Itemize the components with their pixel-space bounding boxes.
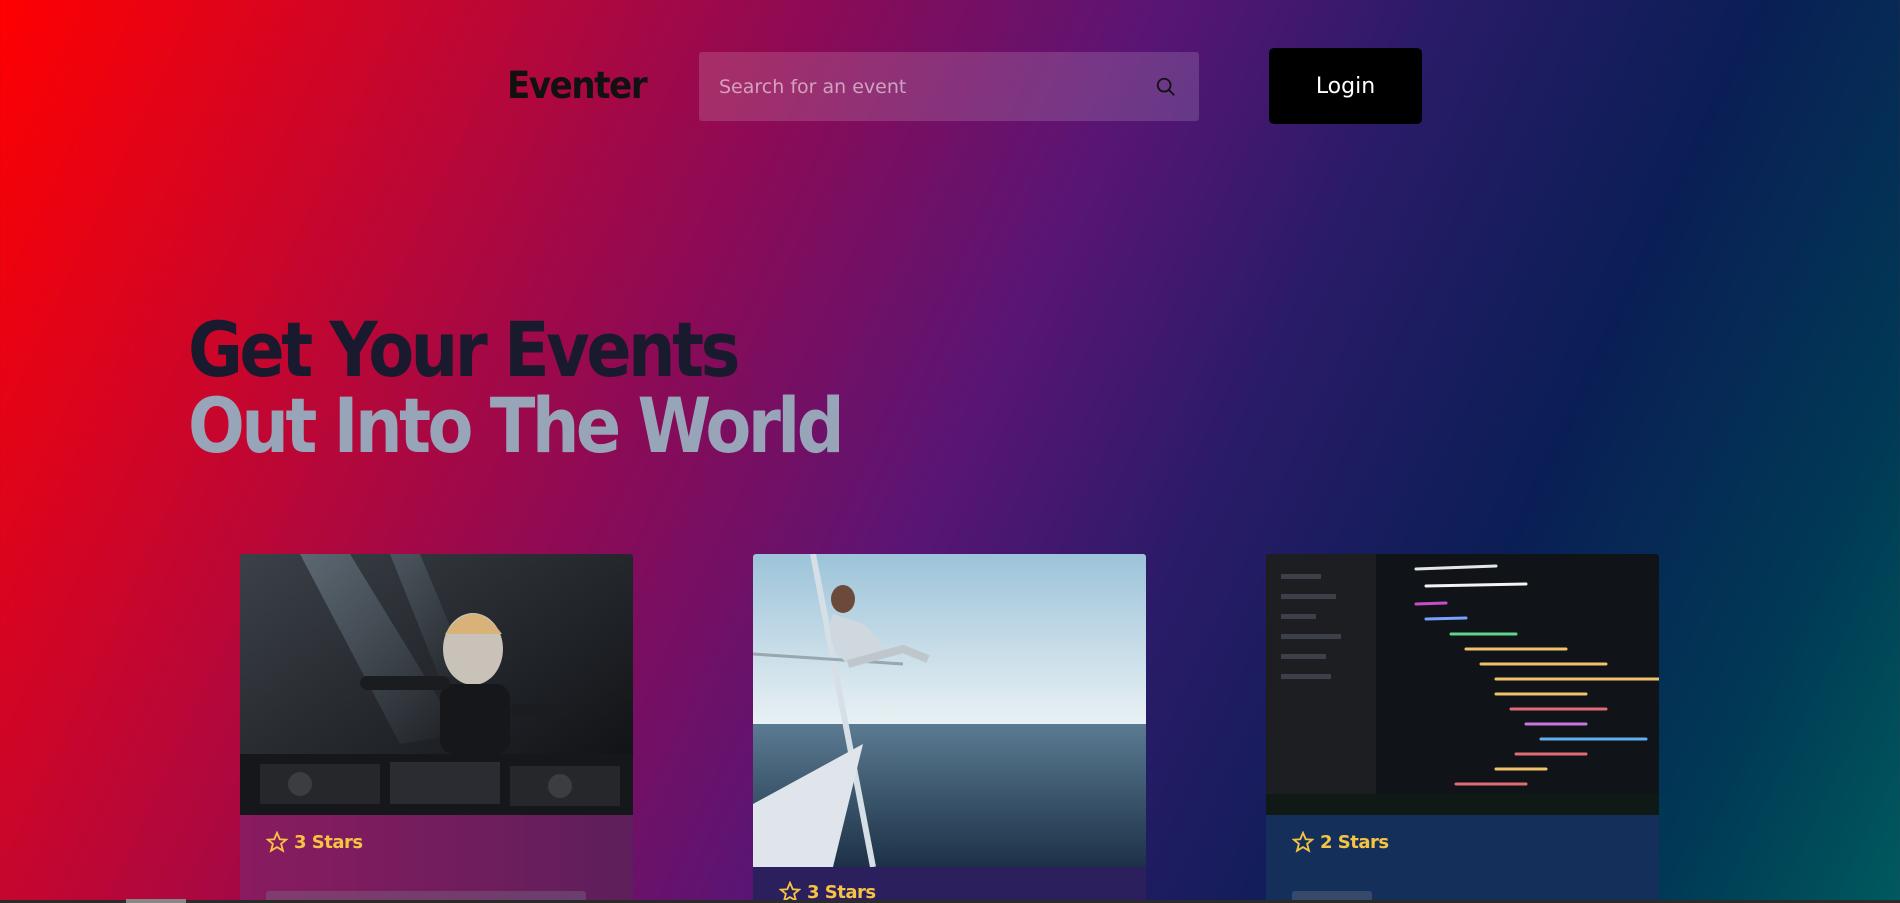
rating-label: 2 Stars	[1320, 831, 1389, 853]
scrollbar-thumb[interactable]	[126, 899, 186, 903]
login-button[interactable]: Login	[1269, 48, 1422, 124]
event-image[interactable]	[753, 554, 1146, 867]
card-footer: 2 Stars	[1266, 815, 1659, 903]
event-card[interactable]: 2 Stars	[1266, 554, 1659, 903]
search-icon[interactable]	[1153, 74, 1179, 100]
hero-heading: Get Your Events Out Into The World	[188, 312, 930, 464]
event-image[interactable]	[1266, 554, 1659, 815]
rating: 2 Stars	[1292, 831, 1633, 853]
brand-logo[interactable]: Eventer	[507, 64, 648, 107]
search-input[interactable]	[719, 75, 1153, 98]
event-card[interactable]: 3 Stars	[753, 554, 1146, 903]
event-card[interactable]: 3 Stars	[240, 554, 633, 903]
hero-line-1: Get Your Events	[188, 305, 740, 394]
star-icon	[1292, 831, 1314, 853]
star-icon	[266, 831, 288, 853]
card-footer: 3 Stars	[240, 815, 633, 903]
rating-label: 3 Stars	[294, 831, 363, 853]
card-footer: 3 Stars	[753, 867, 1146, 903]
event-image[interactable]	[240, 554, 633, 815]
rating: 3 Stars	[266, 831, 607, 853]
hero-line-2: Out Into The World	[188, 381, 845, 470]
search-bar[interactable]	[699, 52, 1199, 121]
landing-page: Eventer Login Get Your Events Out Into T…	[0, 0, 1900, 903]
